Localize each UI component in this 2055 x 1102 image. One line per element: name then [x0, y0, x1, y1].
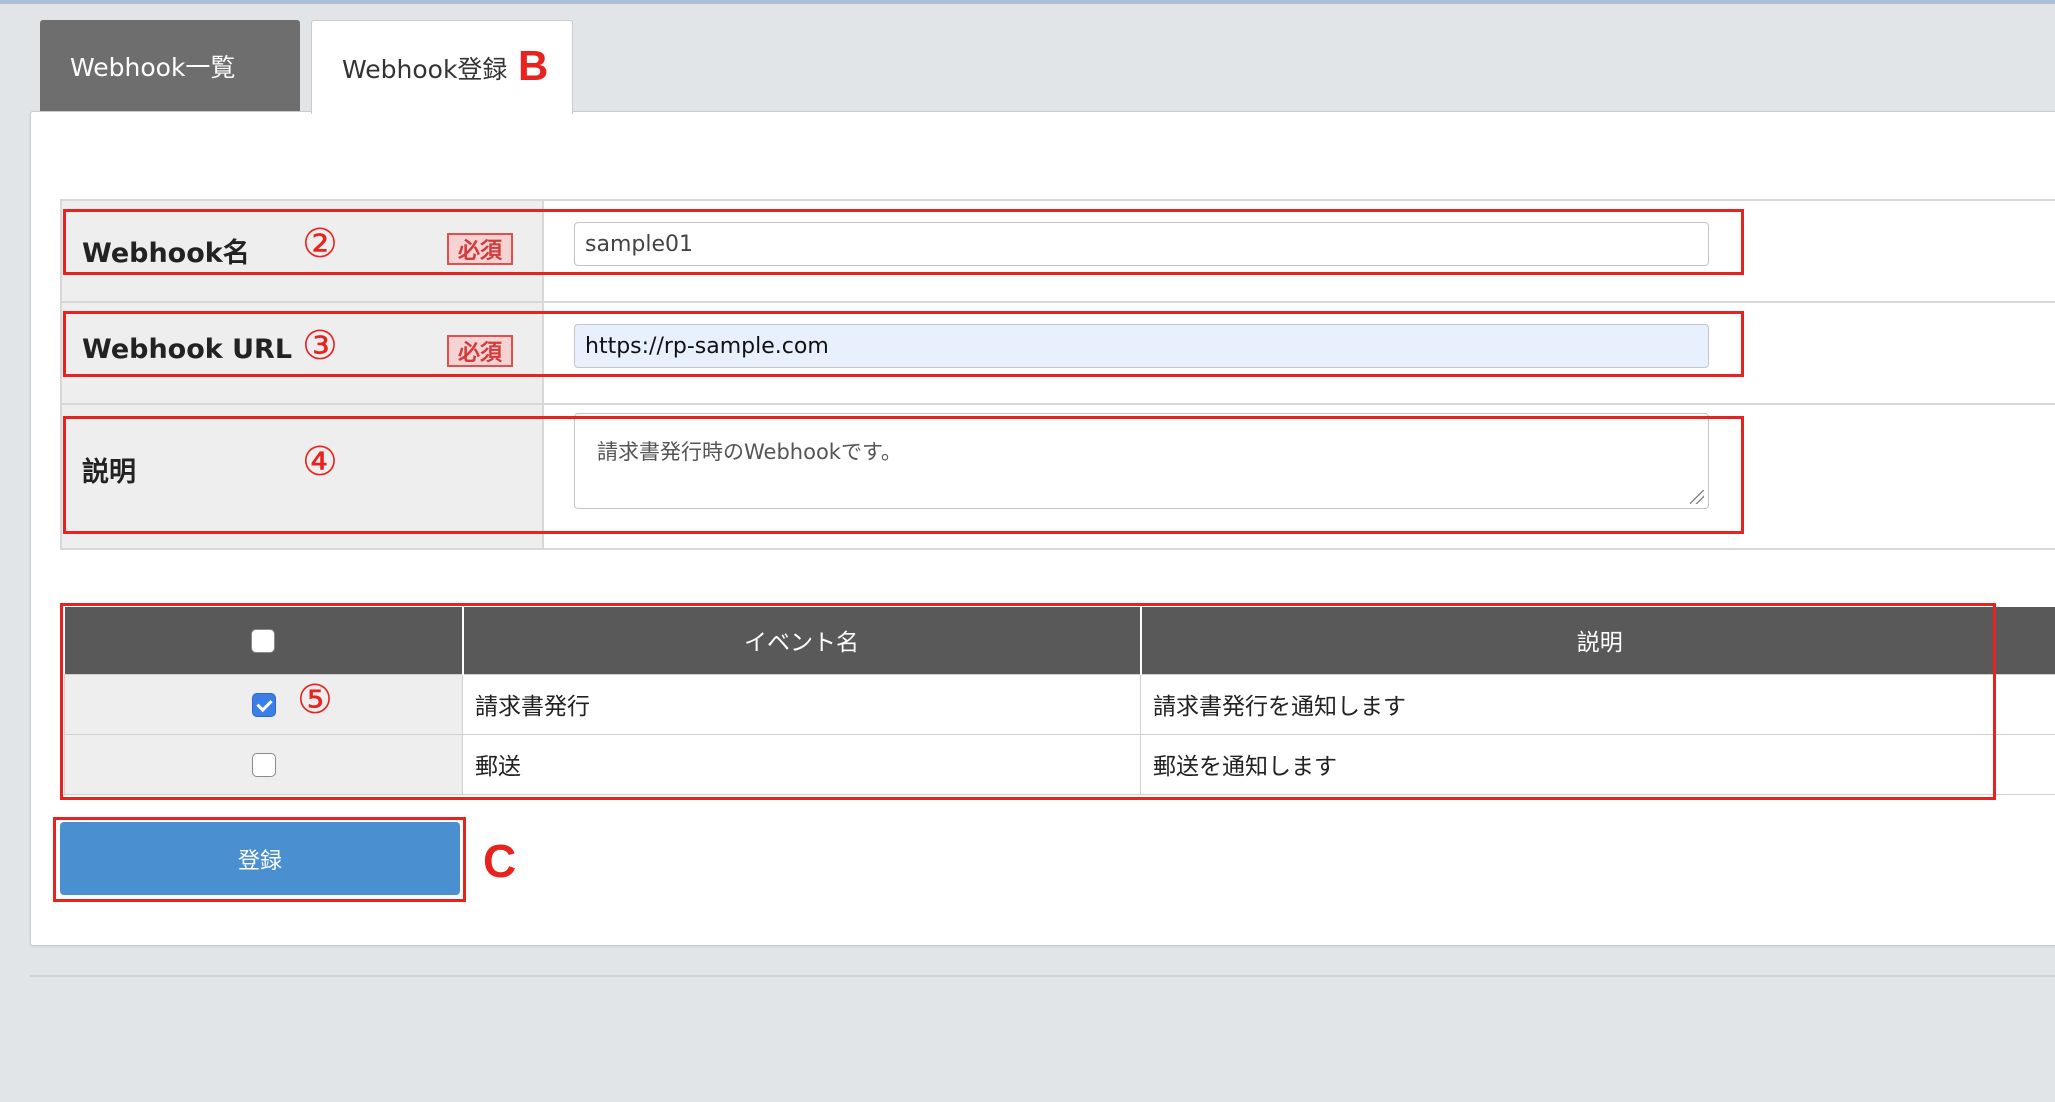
description-textarea[interactable]: 請求書発行時のWebhookです。	[574, 413, 1709, 509]
webhook-form: Webhook名 ② 必須 sample01 Webhook URL ③ 必須 …	[60, 199, 2055, 550]
tab-webhook-list[interactable]: Webhook一覧	[40, 20, 300, 112]
divider	[30, 975, 2055, 977]
event-table-header: イベント名 説明	[64, 607, 2055, 674]
field-value-cell: sample01	[544, 201, 2055, 301]
field-label-cell: Webhook名 ② 必須	[60, 201, 544, 301]
event-checkbox-invoice[interactable]	[251, 692, 276, 717]
event-table: イベント名 説明 ⑤ 請求書発行 請求書発行を通知します 郵送 郵送を通知します	[64, 607, 2055, 795]
event-name: 郵送	[462, 733, 1141, 795]
form-row-description: 説明 ④ 請求書発行時のWebhookです。	[60, 403, 2055, 550]
annotation-number: ④	[302, 439, 338, 485]
event-checkbox-mail[interactable]	[251, 752, 276, 777]
description-text: 請求書発行時のWebhookです。	[597, 440, 902, 464]
checkbox-cell: ⑤	[64, 673, 463, 735]
annotation-marker-c: C	[483, 835, 517, 887]
select-all-header	[64, 607, 464, 674]
required-badge: 必須	[447, 233, 513, 265]
field-label-name: Webhook名	[82, 238, 250, 269]
required-badge: 必須	[447, 335, 513, 367]
field-value-cell: https://rp-sample.com	[544, 303, 2055, 403]
form-row-name: Webhook名 ② 必須 sample01	[60, 199, 2055, 301]
event-name: 請求書発行	[462, 673, 1141, 735]
column-header-description: 説明	[1140, 607, 2055, 674]
table-row: 郵送 郵送を通知します	[64, 733, 2055, 795]
annotation-number: ⑤	[297, 676, 333, 723]
top-border	[0, 0, 2055, 4]
select-all-checkbox[interactable]	[251, 628, 275, 653]
form-row-url: Webhook URL ③ 必須 https://rp-sample.com	[60, 301, 2055, 403]
event-description: 請求書発行を通知します	[1140, 673, 2055, 735]
field-label-url: Webhook URL	[82, 334, 293, 365]
annotation-number: ②	[302, 221, 338, 267]
annotation-number: ③	[302, 323, 338, 369]
checkbox-cell	[64, 733, 463, 795]
field-label-cell: 説明 ④	[60, 405, 544, 548]
field-label-cell: Webhook URL ③ 必須	[60, 303, 544, 403]
tab-label: Webhook一覧	[70, 53, 236, 82]
field-value-cell: 請求書発行時のWebhookです。	[544, 405, 2055, 548]
webhook-url-input[interactable]: https://rp-sample.com	[574, 324, 1709, 368]
register-button[interactable]: 登録	[60, 822, 460, 895]
resize-handle-icon[interactable]	[1690, 490, 1704, 504]
webhook-name-input[interactable]: sample01	[574, 222, 1709, 266]
annotation-marker-b: B	[518, 42, 549, 89]
column-header-event-name: イベント名	[462, 607, 1142, 674]
field-label-description: 説明	[82, 457, 136, 488]
table-row: ⑤ 請求書発行 請求書発行を通知します	[64, 673, 2055, 735]
event-description: 郵送を通知します	[1140, 733, 2055, 795]
tab-label: Webhook登録	[342, 54, 508, 84]
